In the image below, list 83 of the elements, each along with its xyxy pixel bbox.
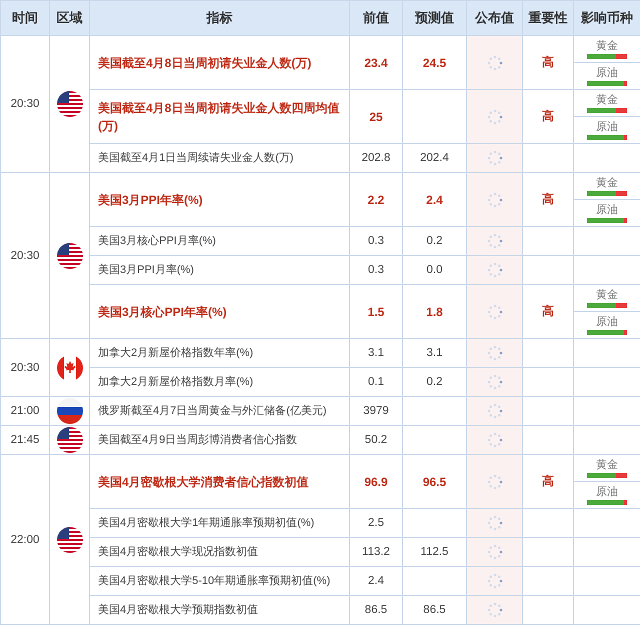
- currency-label: 原油: [596, 316, 618, 328]
- loading-icon: [486, 304, 502, 320]
- previous-value-cell: 1.5: [350, 284, 402, 338]
- previous-value-cell: 3.1: [350, 338, 402, 368]
- time-cell: 20:30: [0, 338, 50, 396]
- time-cell: 21:00: [0, 396, 50, 426]
- indicator-cell: 美国3月PPI月率(%): [90, 256, 350, 284]
- previous-value-cell: 3979: [350, 396, 402, 426]
- loading-icon: [486, 432, 502, 448]
- loading-icon: [486, 515, 502, 531]
- indicator-cell: 加拿大2月新屋价格指数月率(%): [90, 368, 350, 396]
- previous-value-cell: 2.2: [350, 172, 402, 226]
- loading-icon: [486, 374, 502, 390]
- currency-label: 黄金: [596, 458, 618, 470]
- previous-value-cell: 96.9: [350, 454, 402, 508]
- previous-value-cell: 202.8: [350, 144, 402, 172]
- time-cell: 22:00: [0, 454, 50, 624]
- indicator-cell: 美国截至4月1日当周续请失业金人数(万): [90, 144, 350, 172]
- us-flag-icon: [56, 526, 82, 552]
- loading-icon: [486, 150, 502, 166]
- previous-value-cell: 2.5: [350, 508, 402, 538]
- indicator-cell: 美国4月密歇根大学1年期通胀率预期初值(%): [90, 508, 350, 538]
- time-cell: 20:30: [0, 172, 50, 338]
- loading-icon: [486, 602, 502, 618]
- column-header: 预测值: [402, 0, 466, 36]
- indicator-cell: 美国截至4月8日当周初请失业金人数(万): [90, 36, 350, 90]
- currency-label: 黄金: [596, 94, 618, 106]
- loading-icon: [486, 573, 502, 589]
- column-header: 公布值: [466, 0, 522, 36]
- loading-icon: [486, 345, 502, 361]
- importance-label: 高: [542, 474, 554, 488]
- indicator-cell: 美国截至4月8日当周初请失业金人数四周均值(万): [90, 90, 350, 144]
- us-flag-icon: [56, 427, 82, 453]
- currency-label: 原油: [596, 66, 618, 78]
- indicator-cell: 美国3月核心PPI月率(%): [90, 226, 350, 256]
- loading-icon: [486, 108, 502, 124]
- loading-icon: [486, 54, 502, 70]
- loading-icon: [486, 544, 502, 560]
- importance-label: 高: [542, 192, 554, 206]
- indicator-cell: 美国截至4月9日当周彭博消费者信心指数: [90, 426, 350, 454]
- previous-value-cell: 25: [350, 90, 402, 144]
- importance-label: 高: [542, 109, 554, 123]
- currency-label: 原油: [596, 204, 618, 216]
- column-header: 时间: [0, 0, 50, 36]
- indicator-cell: 美国4月密歇根大学现况指数初值: [90, 538, 350, 566]
- importance-label: 高: [542, 304, 554, 318]
- previous-value-cell: 113.2: [350, 538, 402, 566]
- indicator-cell: 俄罗斯截至4月7日当周黄金与外汇储备(亿美元): [90, 396, 350, 426]
- currency-label: 原油: [596, 486, 618, 498]
- indicator-cell: 美国4月密歇根大学消费者信心指数初值: [90, 454, 350, 508]
- time-cell: 20:30: [0, 36, 50, 172]
- currency-label: 黄金: [596, 40, 618, 52]
- loading-icon: [486, 192, 502, 208]
- previous-value-cell: 86.5: [350, 596, 402, 624]
- loading-icon: [486, 262, 502, 278]
- indicator-cell: 加拿大2月新屋价格指数年率(%): [90, 338, 350, 368]
- loading-icon: [486, 233, 502, 249]
- previous-value-cell: 0.3: [350, 226, 402, 256]
- russia-flag-icon: [56, 398, 82, 424]
- importance-label: 高: [542, 55, 554, 69]
- previous-value-cell: 50.2: [350, 426, 402, 454]
- us-flag-icon: [56, 91, 82, 117]
- loading-icon: [486, 403, 502, 419]
- column-header: 影响币种: [574, 0, 640, 36]
- indicator-cell: 美国4月密歇根大学5-10年期通胀率预期初值(%): [90, 566, 350, 596]
- column-header: 重要性: [522, 0, 574, 36]
- column-header: 指标: [90, 0, 350, 36]
- previous-value-cell: 23.4: [350, 36, 402, 90]
- currency-label: 黄金: [596, 288, 618, 300]
- column-header: 前值: [350, 0, 402, 36]
- previous-value-cell: 0.1: [350, 368, 402, 396]
- indicator-cell: 美国3月PPI年率(%): [90, 172, 350, 226]
- indicator-cell: 美国4月密歇根大学预期指数初值: [90, 596, 350, 624]
- loading-icon: [486, 474, 502, 490]
- previous-value-cell: 0.3: [350, 256, 402, 284]
- indicator-cell: 美国3月核心PPI年率(%): [90, 284, 350, 338]
- column-header: 区域: [50, 0, 90, 36]
- currency-label: 黄金: [596, 176, 618, 188]
- currency-label: 原油: [596, 120, 618, 132]
- time-cell: 21:45: [0, 426, 50, 454]
- us-flag-icon: [56, 242, 82, 268]
- previous-value-cell: 2.4: [350, 566, 402, 596]
- canada-flag-icon: [56, 354, 82, 380]
